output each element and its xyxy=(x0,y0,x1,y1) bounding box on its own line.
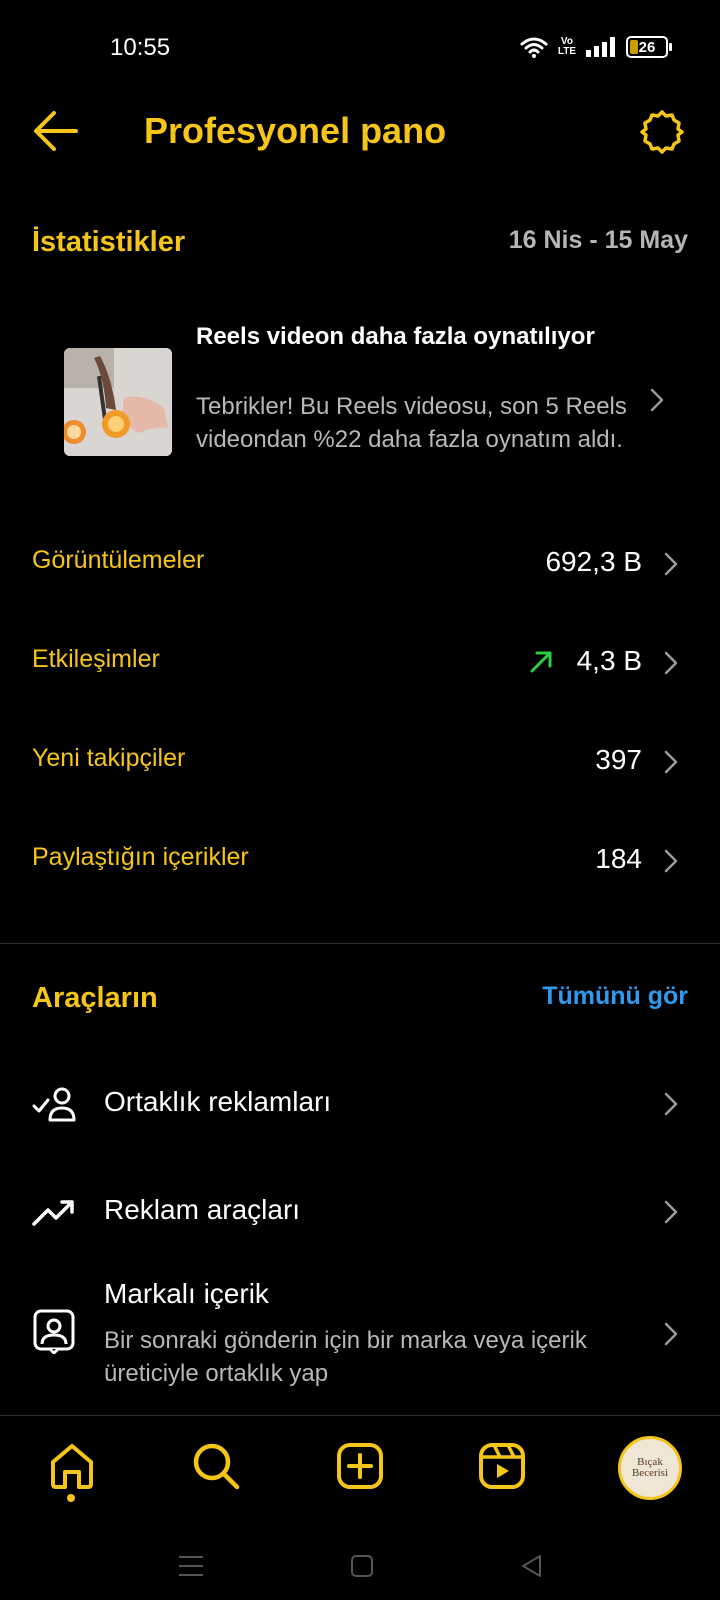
profile-avatar[interactable]: Bıçak Becerisi xyxy=(618,1436,682,1500)
nav-home[interactable] xyxy=(46,1440,98,1492)
trending-icon xyxy=(32,1200,74,1226)
home-icon xyxy=(51,1444,93,1489)
nav-create[interactable] xyxy=(334,1440,386,1492)
volte-bottom: LTE xyxy=(557,46,576,57)
stat-label: Paylaştığın içerikler xyxy=(32,843,249,871)
see-all-link[interactable]: Tümünü gör xyxy=(542,982,688,1011)
tool-item-branded-content[interactable]: Markalı içerik Bir sonraki gönderin için… xyxy=(0,1270,720,1390)
stat-row-new-followers[interactable]: Yeni takipçiler 397 xyxy=(0,726,720,796)
signal-icon xyxy=(586,37,615,57)
partnership-icon xyxy=(32,1087,76,1122)
battery-level: 26 xyxy=(638,38,656,56)
reels-icon xyxy=(479,1443,525,1489)
tool-item-ad-tools[interactable]: Reklam araçları xyxy=(0,1172,720,1252)
stat-label: Yeni takipçiler xyxy=(32,744,186,772)
tool-item-partnership-ads[interactable]: Ortaklık reklamları xyxy=(0,1064,720,1144)
stats-section-title: İstatistikler xyxy=(32,226,186,258)
date-range[interactable]: 16 Nis - 15 May xyxy=(509,226,688,255)
status-bar: 10:55 Vo LTE 26 xyxy=(0,0,720,96)
tools-section-title: Araçların xyxy=(32,982,158,1014)
chevron-right-icon xyxy=(664,1322,678,1346)
tool-description: Bir sonraki gönderin için bir marka veya… xyxy=(104,1327,587,1387)
header: Profesyonel pano xyxy=(0,96,720,168)
back-arrow-icon xyxy=(34,111,78,151)
stat-label: Görüntülemeler xyxy=(32,546,205,574)
chevron-right-icon xyxy=(664,651,678,675)
nav-search[interactable] xyxy=(190,1440,242,1492)
battery-icon: 26 xyxy=(626,36,672,58)
status-time: 10:55 xyxy=(110,34,171,61)
back-triangle-icon[interactable] xyxy=(520,1554,544,1578)
back-button[interactable] xyxy=(30,108,80,154)
chevron-right-icon xyxy=(664,1200,678,1224)
stat-value: 397 xyxy=(595,744,642,775)
trend-up-icon xyxy=(530,651,552,673)
stat-row-shared-content[interactable]: Paylaştığın içerikler 184 xyxy=(0,825,720,895)
reel-thumbnail xyxy=(64,348,172,456)
bottom-nav: Bıçak Becerisi xyxy=(0,1416,720,1526)
volte-indicator: Vo LTE xyxy=(558,37,576,57)
tool-label: Reklam araçları xyxy=(104,1194,301,1225)
settings-button[interactable] xyxy=(638,108,686,156)
chevron-right-icon xyxy=(664,552,678,576)
status-icons: Vo LTE 26 xyxy=(520,36,672,58)
section-divider xyxy=(0,943,720,944)
stat-row-interactions[interactable]: Etkileşimler 4,3 B xyxy=(0,627,720,697)
stat-row-views[interactable]: Görüntülemeler 692,3 B xyxy=(0,528,720,598)
chevron-right-icon xyxy=(664,1092,678,1116)
reel-highlight-card[interactable]: Reels videon daha fazla oynatılıyor Tebr… xyxy=(0,300,720,500)
wifi-icon xyxy=(520,37,548,58)
nav-reels[interactable] xyxy=(476,1440,528,1492)
tool-label: Ortaklık reklamları xyxy=(104,1086,332,1117)
stat-value: 692,3 B xyxy=(545,546,642,577)
page-title: Profesyonel pano xyxy=(144,110,447,151)
menu-icon[interactable] xyxy=(178,1554,204,1578)
reel-highlight-description: Tebrikler! Bu Reels videosu, son 5 Reels… xyxy=(196,393,627,453)
tool-label: Markalı içerik xyxy=(104,1278,269,1309)
reel-highlight-title: Reels videon daha fazla oynatılıyor xyxy=(196,323,595,350)
avatar-text: Becerisi xyxy=(631,1467,669,1479)
create-icon xyxy=(337,1443,383,1489)
branded-content-icon xyxy=(33,1309,75,1354)
active-indicator xyxy=(67,1494,75,1502)
chevron-right-icon xyxy=(664,750,678,774)
chevron-right-icon xyxy=(650,388,664,412)
home-button-icon[interactable] xyxy=(350,1554,374,1578)
search-icon xyxy=(193,1443,240,1490)
system-nav-bar xyxy=(0,1526,720,1600)
stat-value: 4,3 B xyxy=(576,645,642,676)
stat-value: 184 xyxy=(595,843,642,874)
chevron-right-icon xyxy=(664,849,678,873)
stat-label: Etkileşimler xyxy=(32,645,160,673)
gear-icon xyxy=(640,110,684,154)
